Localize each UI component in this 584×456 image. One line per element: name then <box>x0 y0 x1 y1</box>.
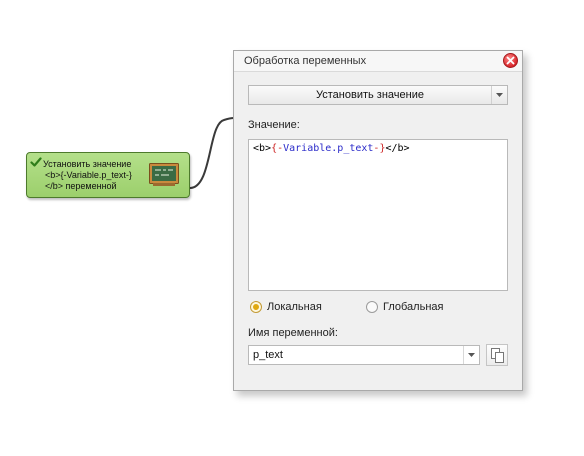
variable-name-value: p_text <box>253 349 283 361</box>
radio-local-indicator[interactable] <box>250 301 262 313</box>
set-value-node[interactable]: Установить значение <b>{-Variable.p_text… <box>26 152 190 198</box>
radio-global-label[interactable]: Глобальная <box>383 301 443 313</box>
action-dropdown-value: Установить значение <box>316 89 424 101</box>
value-code: <b>{-Variable.p_text-}</b> <box>253 143 410 154</box>
dialog-title: Обработка переменных <box>244 55 367 67</box>
node-title: Установить значение <box>43 159 132 169</box>
chalkboard-icon <box>149 163 179 187</box>
variable-name-label: Имя переменной: <box>248 327 338 339</box>
copy-button[interactable] <box>486 344 508 366</box>
radio-local-label[interactable]: Локальная <box>267 301 322 313</box>
checkmark-icon <box>30 156 42 168</box>
value-label: Значение: <box>248 119 300 131</box>
chevron-down-icon[interactable] <box>463 346 479 364</box>
node-text-line-3: </b> переменной <box>45 181 117 191</box>
variables-dialog: Обработка переменных Установить значение… <box>233 50 523 391</box>
node-text-line-2: <b>{-Variable.p_text-} <box>45 170 132 180</box>
chevron-down-icon[interactable] <box>491 86 507 104</box>
radio-global-indicator[interactable] <box>366 301 378 313</box>
variable-name-combobox[interactable]: p_text <box>248 345 480 365</box>
action-dropdown[interactable]: Установить значение <box>248 85 508 105</box>
close-icon[interactable] <box>503 53 518 68</box>
value-textarea[interactable]: <b>{-Variable.p_text-}</b> <box>248 139 508 291</box>
dialog-titlebar[interactable]: Обработка переменных <box>234 51 522 72</box>
